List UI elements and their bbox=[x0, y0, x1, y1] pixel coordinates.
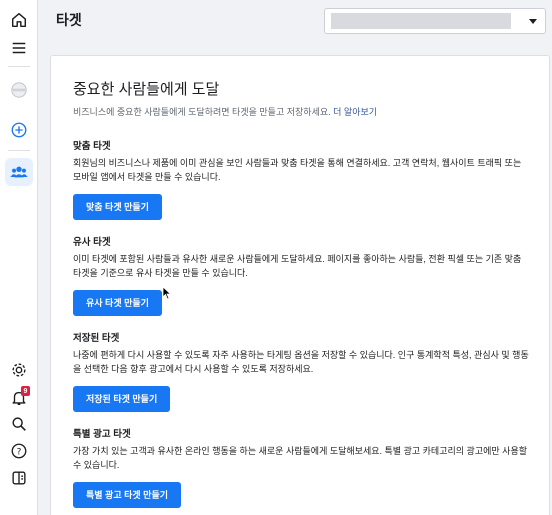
learn-more-link[interactable]: 더 알아보기 bbox=[333, 107, 377, 117]
add-icon[interactable] bbox=[5, 116, 33, 144]
left-nav-rail: 9 ? bbox=[0, 0, 38, 515]
chevron-down-icon bbox=[529, 19, 537, 24]
card-subtitle: 비즈니스에 중요한 사람들에게 도달하려면 타겟을 만들고 저장하세요. 더 알… bbox=[73, 105, 377, 118]
section-description: 회원님의 비즈니스나 제품에 이미 관심을 보인 사람들과 맞춤 타겟을 통해 … bbox=[73, 158, 522, 182]
help-icon[interactable]: ? bbox=[5, 437, 33, 465]
svg-text:?: ? bbox=[17, 448, 22, 458]
home-icon[interactable] bbox=[5, 6, 33, 34]
card-subtitle-text: 비즈니스에 중요한 사람들에게 도달하려면 타겟을 만들고 저장하세요. bbox=[73, 107, 331, 117]
section-description: 나중에 편하게 다시 사용할 수 있도록 자주 사용하는 타게팅 옵션을 저장할… bbox=[73, 350, 529, 374]
rail-divider bbox=[8, 150, 30, 151]
menu-icon[interactable] bbox=[5, 34, 33, 62]
section-heading: 특별 광고 타겟 bbox=[73, 429, 131, 440]
mouse-cursor-icon bbox=[162, 286, 172, 300]
create-custom-audience-button[interactable]: 맞춤 타겟 만들기 bbox=[73, 194, 162, 220]
create-saved-audience-button[interactable]: 저장된 타겟 만들기 bbox=[73, 386, 171, 412]
custom-audience-section: 맞춤 타겟 회원님의 비즈니스나 제품에 이미 관심을 보인 사람들과 맞춤 타… bbox=[73, 138, 529, 220]
section-heading: 저장된 타겟 bbox=[73, 333, 120, 344]
rail-divider bbox=[8, 66, 30, 67]
audience-intro-card: 중요한 사람들에게 도달 비즈니스에 중요한 사람들에게 도달하려면 타겟을 만… bbox=[50, 55, 550, 515]
section-heading: 유사 타겟 bbox=[73, 237, 111, 248]
saved-audience-section: 저장된 타겟 나중에 편하게 다시 사용할 수 있도록 자주 사용하는 타게팅 … bbox=[73, 330, 529, 412]
search-icon[interactable] bbox=[5, 410, 33, 438]
section-description: 이미 타겟에 포함된 사람들과 유사한 새로운 사람들에게 도달하세요. 페이지… bbox=[73, 254, 522, 278]
settings-icon[interactable] bbox=[5, 356, 33, 384]
create-special-ad-audience-button[interactable]: 특별 광고 타겟 만들기 bbox=[73, 482, 182, 508]
account-avatar-icon[interactable] bbox=[5, 76, 33, 104]
panel-icon[interactable] bbox=[5, 464, 33, 492]
section-heading: 맞춤 타겟 bbox=[73, 141, 111, 152]
card-title: 중요한 사람들에게 도달 bbox=[73, 81, 220, 98]
create-lookalike-audience-button[interactable]: 유사 타겟 만들기 bbox=[73, 290, 162, 316]
notifications-icon[interactable]: 9 bbox=[5, 384, 33, 412]
lookalike-audience-section: 유사 타겟 이미 타겟에 포함된 사람들과 유사한 새로운 사람들에게 도달하세… bbox=[73, 234, 529, 316]
section-description: 가장 가치 있는 고객과 유사한 온라인 행동을 하는 새로운 사람들에게 도달… bbox=[73, 446, 528, 470]
page-title: 타겟 bbox=[56, 12, 82, 28]
audience-icon[interactable] bbox=[5, 158, 33, 186]
ad-account-name-redacted bbox=[331, 13, 511, 29]
ad-account-selector[interactable] bbox=[324, 8, 546, 34]
special-ad-audience-section: 특별 광고 타겟 가장 가치 있는 고객과 유사한 온라인 행동을 하는 새로운… bbox=[73, 426, 529, 508]
notification-badge: 9 bbox=[21, 386, 30, 396]
